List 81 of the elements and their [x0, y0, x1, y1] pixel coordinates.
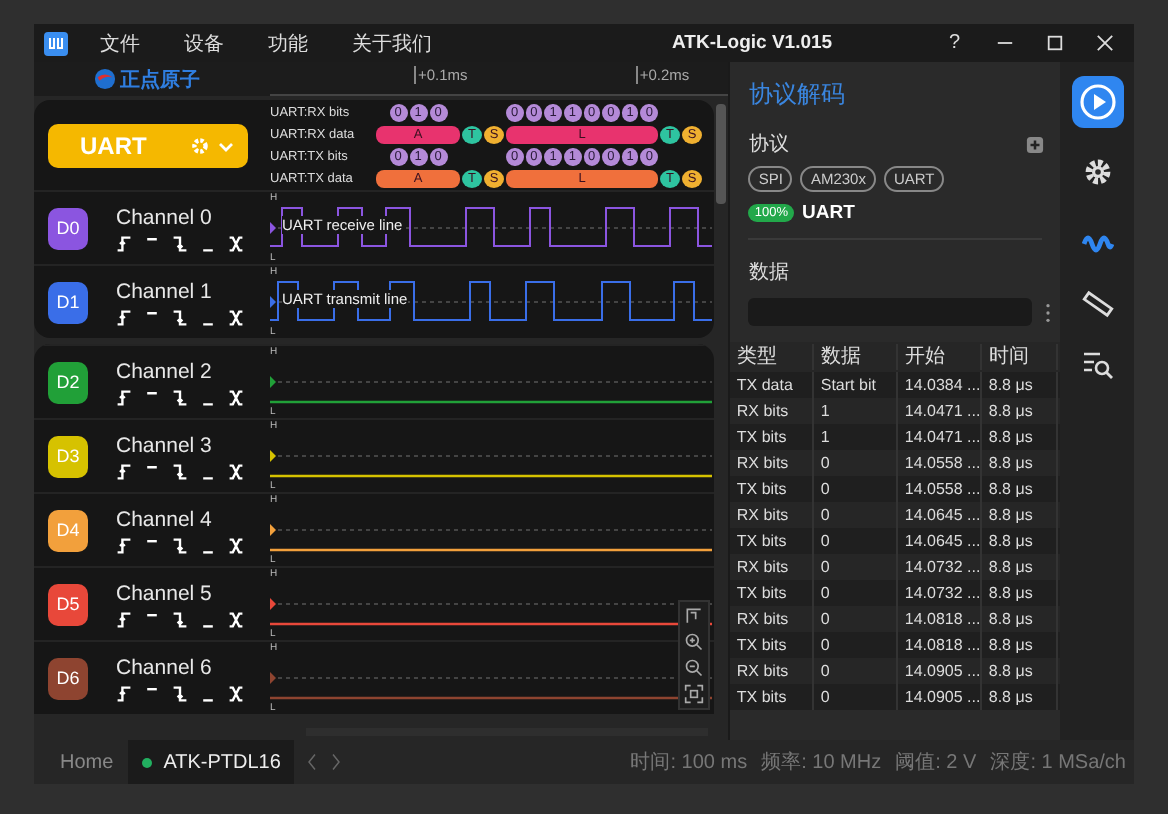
rising-edge-icon[interactable]: [116, 685, 132, 701]
falling-edge-icon[interactable]: [172, 389, 188, 405]
section-label: 数据: [746, 260, 791, 286]
table-cell: 0: [814, 684, 899, 710]
table-cell: 14.0905 ...: [898, 684, 983, 710]
table-cell: 8.8 μs: [982, 684, 1059, 710]
rising-edge-icon[interactable]: [116, 389, 132, 405]
fit-view-icon[interactable]: [684, 684, 705, 704]
settings-icon[interactable]: [1081, 156, 1114, 188]
either-edge-icon[interactable]: [228, 389, 244, 405]
channel-marker-icon: [270, 376, 276, 388]
channel-name: Channel 3: [116, 433, 214, 457]
channel-badge[interactable]: D0: [48, 207, 88, 249]
close-icon[interactable]: [1096, 34, 1114, 52]
channel-name: Channel 0: [116, 205, 214, 229]
channel-marker-icon: [270, 598, 276, 610]
chevron-right-icon[interactable]: [330, 752, 343, 772]
channel-name: Channel 1: [116, 279, 214, 303]
window-title: ATK-Logic V1.015: [672, 32, 833, 54]
vertical-scrollbar[interactable]: [716, 104, 727, 204]
ruler-icon[interactable]: [1081, 288, 1114, 320]
maximize-icon[interactable]: [1046, 34, 1064, 52]
column-header[interactable]: 开始: [898, 344, 983, 370]
channel-marker-icon: [270, 222, 276, 234]
rising-edge-icon[interactable]: [116, 537, 132, 553]
status-text: 频率: 10 MHz: [761, 749, 882, 776]
chevron-left-icon[interactable]: [306, 752, 319, 772]
channel-name: Channel 5: [116, 581, 214, 605]
channel-marker-icon: [270, 296, 276, 308]
more-icon[interactable]: [1044, 301, 1053, 323]
column-header[interactable]: 时间: [982, 344, 1059, 370]
channel-badge[interactable]: D5: [48, 583, 88, 625]
rising-edge-icon[interactable]: [116, 611, 132, 627]
play-button[interactable]: [1071, 76, 1124, 128]
channel-name: Channel 4: [116, 507, 214, 531]
channel-name: Channel 6: [116, 655, 214, 679]
status-text: 时间: 100 ms: [630, 749, 748, 776]
falling-edge-icon[interactable]: [172, 309, 188, 325]
help-button[interactable]: ?: [932, 32, 976, 54]
either-edge-icon[interactable]: [228, 611, 244, 627]
falling-edge-icon[interactable]: [172, 537, 188, 553]
either-edge-icon[interactable]: [228, 685, 244, 701]
list-search-icon[interactable]: [1081, 348, 1114, 380]
zoom-out-icon[interactable]: [684, 658, 705, 678]
status-text: 阈值: 2 V: [895, 750, 977, 776]
brand-logo-icon: [94, 68, 116, 90]
rising-edge-icon[interactable]: [116, 235, 132, 251]
panel-title: 协议解码: [746, 78, 847, 112]
menu-item[interactable]: 功能: [268, 29, 308, 57]
zoom-in-icon[interactable]: [684, 632, 705, 652]
channel-badge[interactable]: D6: [48, 657, 88, 699]
falling-edge-icon[interactable]: [172, 235, 188, 251]
status-text: 深度: 1 MSa/ch: [990, 749, 1126, 776]
either-edge-icon[interactable]: [228, 235, 244, 251]
rising-edge-icon[interactable]: [116, 309, 132, 325]
app-logo-icon: [44, 31, 68, 55]
falling-edge-icon[interactable]: [172, 463, 188, 479]
add-icon[interactable]: [1026, 135, 1045, 153]
column-header[interactable]: 类型: [730, 344, 815, 370]
menu-item[interactable]: 文件: [100, 29, 140, 57]
channel-marker-icon: [270, 524, 276, 536]
decoder-name: UART: [802, 202, 855, 224]
channel-marker-icon: [270, 672, 276, 684]
falling-edge-icon[interactable]: [172, 611, 188, 627]
tab[interactable]: Home: [46, 740, 128, 784]
menu-item[interactable]: 设备: [184, 29, 224, 57]
tab[interactable]: ATK-PTDL16: [127, 740, 295, 784]
channel-marker-icon: [270, 450, 276, 462]
either-edge-icon[interactable]: [228, 309, 244, 325]
table-cell: TX bits: [730, 684, 815, 710]
either-edge-icon[interactable]: [228, 537, 244, 553]
channel-badge[interactable]: D1: [48, 281, 88, 323]
column-header[interactable]: 数据: [814, 344, 899, 370]
either-edge-icon[interactable]: [228, 463, 244, 479]
channel-name: Channel 2: [116, 359, 214, 383]
rising-edge-icon[interactable]: [116, 463, 132, 479]
brand-name: 正点原子: [120, 67, 200, 93]
trigger-icon[interactable]: [684, 606, 705, 626]
falling-edge-icon[interactable]: [172, 685, 188, 701]
section-label: 协议: [748, 131, 789, 158]
menu-item[interactable]: 关于我们: [352, 29, 432, 57]
